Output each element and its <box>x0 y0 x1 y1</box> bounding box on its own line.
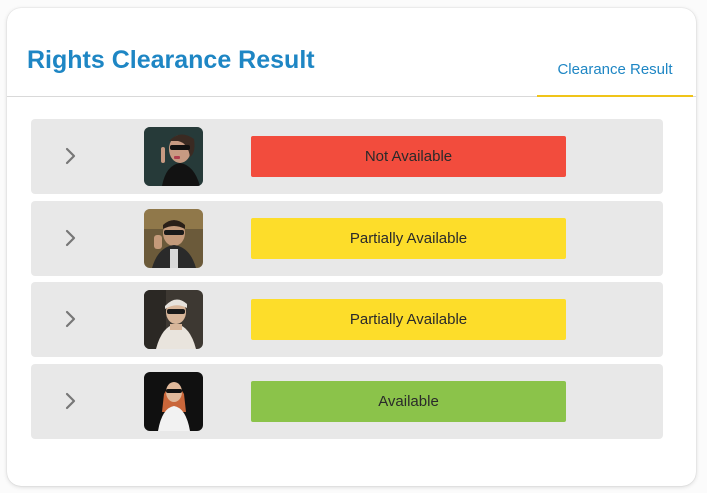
chevron-right-icon[interactable] <box>61 391 81 411</box>
page-title: Rights Clearance Result <box>27 46 315 74</box>
results-list: Not Available Partially Available Partia… <box>31 119 663 445</box>
chevron-right-icon[interactable] <box>61 146 81 166</box>
app-window: Rights Clearance Result Clearance Result <box>0 0 707 493</box>
tab-clearance-result[interactable]: Clearance Result <box>537 52 693 97</box>
result-row: Not Available <box>31 119 663 194</box>
status-badge[interactable]: Partially Available <box>251 217 566 259</box>
panel-header: Rights Clearance Result Clearance Result <box>7 8 696 97</box>
result-row: Available <box>31 363 663 439</box>
chevron-right-icon[interactable] <box>61 309 81 329</box>
chevron-right-icon[interactable] <box>61 228 81 248</box>
result-row: Partially Available <box>31 282 663 357</box>
result-row: Partially Available <box>31 200 663 276</box>
status-badge[interactable]: Not Available <box>251 136 566 177</box>
tab-label: Clearance Result <box>557 61 673 78</box>
asset-thumbnail <box>144 127 203 186</box>
asset-thumbnail <box>144 290 203 349</box>
asset-thumbnail <box>144 208 203 268</box>
status-badge[interactable]: Partially Available <box>251 299 566 340</box>
asset-thumbnail <box>144 371 203 431</box>
clearance-panel: Rights Clearance Result Clearance Result <box>7 8 696 486</box>
status-badge[interactable]: Available <box>251 380 566 422</box>
